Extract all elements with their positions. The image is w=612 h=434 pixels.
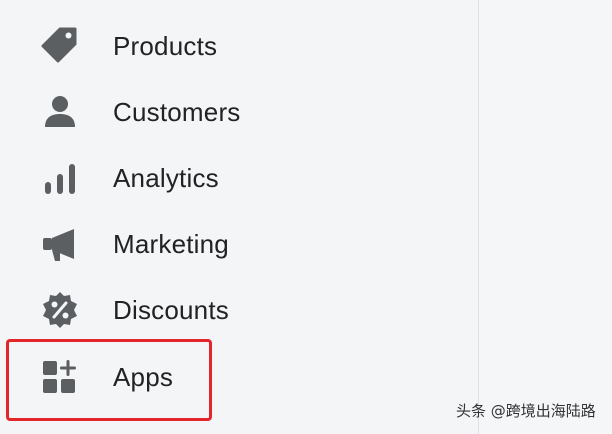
sidebar-item-label: Discounts xyxy=(113,295,229,325)
sidebar-item-analytics[interactable]: Analytics xyxy=(0,148,470,208)
highlight-box xyxy=(6,339,212,421)
sidebar-item-label: Analytics xyxy=(113,163,219,193)
bar-chart-icon xyxy=(40,158,80,198)
sidebar-item-label: Marketing xyxy=(113,229,229,259)
watermark: 头条 @跨境出海陆路 xyxy=(456,402,596,420)
person-icon xyxy=(40,92,80,132)
megaphone-icon xyxy=(40,224,80,264)
sidebar-item-marketing[interactable]: Marketing xyxy=(0,214,470,274)
discount-badge-icon xyxy=(40,290,80,330)
main-content-area xyxy=(479,0,612,434)
sidebar-item-label: Products xyxy=(113,31,218,61)
sidebar-item-discounts[interactable]: Discounts xyxy=(0,280,470,340)
sidebar-item-label: Customers xyxy=(113,97,241,127)
sidebar-nav: Products Customers Analytics Marketing D… xyxy=(0,0,478,434)
tag-icon xyxy=(40,26,80,66)
sidebar-item-products[interactable]: Products xyxy=(0,16,470,76)
sidebar-item-customers[interactable]: Customers xyxy=(0,82,470,142)
